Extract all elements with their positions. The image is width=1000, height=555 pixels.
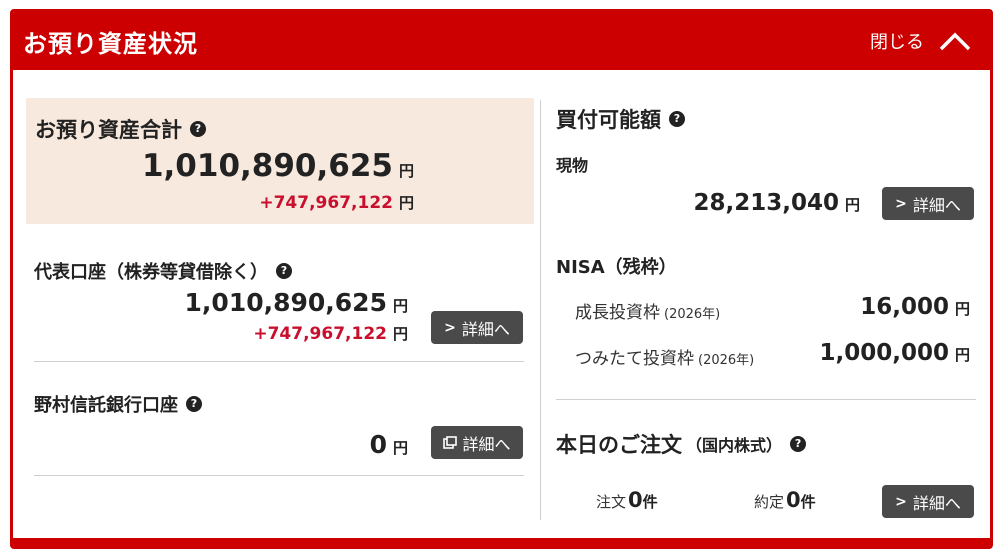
yen-unit: 円 xyxy=(392,325,408,343)
executed-count-item: 約定0件 xyxy=(754,488,816,512)
close-button[interactable]: 閉じる xyxy=(870,24,972,58)
representative-diff-row: +747,967,122 円 xyxy=(253,323,408,344)
detail-label: 詳細へ xyxy=(462,434,511,454)
representative-account-title: 代表口座（株券等貸借除く） ? xyxy=(34,258,292,284)
panel-title: お預り資産状況 xyxy=(23,30,198,58)
growth-quota-label: 成長投資枠 (2026年) xyxy=(575,298,720,323)
representative-account-title-text: 代表口座（株券等貸借除く） xyxy=(34,262,268,283)
growth-quota-amount-row: 16,000 円 xyxy=(860,294,970,320)
chevron-right-icon: > xyxy=(444,319,456,336)
cash-amount: 28,213,040 xyxy=(693,190,839,216)
panel-bottom-bar xyxy=(13,538,990,546)
trust-bank-title-text: 野村信託銀行口座 xyxy=(34,395,178,416)
growth-quota-label-text: 成長投資枠 xyxy=(575,303,660,323)
order-count: 0 xyxy=(628,488,643,512)
yen-unit: 円 xyxy=(392,439,408,457)
orders-subtitle: （国内株式） xyxy=(686,436,783,455)
orders-detail-button[interactable]: > 詳細へ xyxy=(882,485,974,518)
total-assets-box: お預り資産合計 ? 1,010,890,625 円 +747,967,122 円 xyxy=(26,98,534,224)
growth-quota-amount: 16,000 xyxy=(860,294,949,320)
representative-amount-row: 1,010,890,625 円 xyxy=(185,288,408,317)
trust-bank-amount: 0 xyxy=(369,430,387,459)
orders-title: 本日のご注文 （国内株式） ? xyxy=(556,429,807,459)
buying-power-title-text: 買付可能額 xyxy=(556,108,661,132)
yen-unit: 円 xyxy=(398,162,414,180)
external-window-icon xyxy=(443,435,458,449)
order-count-item: 注文0件 xyxy=(596,488,658,512)
help-icon[interactable]: ? xyxy=(276,263,292,279)
total-diff: +747,967,122 xyxy=(259,193,393,213)
section-divider xyxy=(556,399,976,400)
trust-bank-title: 野村信託銀行口座 ? xyxy=(34,391,202,417)
count-unit: 件 xyxy=(800,493,816,511)
help-icon[interactable]: ? xyxy=(790,436,807,452)
section-divider xyxy=(34,475,524,476)
section-divider xyxy=(34,361,524,362)
chevron-up-icon xyxy=(939,32,971,51)
total-diff-row: +747,967,122 円 xyxy=(259,192,414,213)
yen-unit: 円 xyxy=(398,194,414,212)
column-divider xyxy=(540,100,541,520)
count-unit: 件 xyxy=(642,493,658,511)
representative-detail-button[interactable]: > 詳細へ xyxy=(431,311,523,344)
detail-label: 詳細へ xyxy=(912,195,961,215)
representative-amount: 1,010,890,625 xyxy=(184,288,387,317)
representative-diff: +747,967,122 xyxy=(253,324,387,344)
tsumitate-quota-year: (2026年) xyxy=(698,353,755,368)
asset-status-panel: お預り資産状況 閉じる お預り資産合計 ? 1,010,890,625 円 +74… xyxy=(10,9,993,549)
help-icon[interactable]: ? xyxy=(669,111,685,127)
executed-count: 0 xyxy=(786,488,801,512)
total-amount-row: 1,010,890,625 円 xyxy=(142,148,414,184)
yen-unit: 円 xyxy=(954,300,970,318)
total-amount: 1,010,890,625 xyxy=(141,148,393,184)
executed-label: 約定 xyxy=(754,493,785,511)
tsumitate-quota-amount-row: 1,000,000 円 xyxy=(819,340,970,366)
buying-power-detail-button[interactable]: > 詳細へ xyxy=(882,187,974,220)
cash-amount-row: 28,213,040 円 xyxy=(693,190,860,216)
total-assets-title: お預り資産合計 ? xyxy=(35,114,206,144)
buying-power-title: 買付可能額 ? xyxy=(556,104,685,134)
cash-label: 現物 xyxy=(556,156,589,175)
nisa-title: NISA（残枠） xyxy=(556,257,677,278)
yen-unit: 円 xyxy=(954,346,970,364)
order-label: 注文 xyxy=(596,493,627,511)
help-icon[interactable]: ? xyxy=(186,396,202,412)
chevron-right-icon: > xyxy=(895,195,907,212)
yen-unit: 円 xyxy=(392,297,408,315)
yen-unit: 円 xyxy=(844,196,860,214)
tsumitate-quota-label-text: つみたて投資枠 xyxy=(575,349,694,369)
detail-label: 詳細へ xyxy=(912,493,961,513)
panel-header: お預り資産状況 閉じる xyxy=(13,12,990,70)
help-icon[interactable]: ? xyxy=(190,121,206,137)
close-label: 閉じる xyxy=(870,32,924,53)
total-assets-title-text: お預り資産合計 xyxy=(35,118,182,142)
growth-quota-year: (2026年) xyxy=(664,307,721,322)
detail-label: 詳細へ xyxy=(461,319,510,339)
trust-bank-amount-row: 0円 xyxy=(370,430,408,459)
chevron-right-icon: > xyxy=(895,493,907,510)
trust-bank-detail-button[interactable]: 詳細へ xyxy=(431,426,523,459)
tsumitate-quota-label: つみたて投資枠 (2026年) xyxy=(575,344,754,369)
orders-title-text: 本日のご注文 xyxy=(556,433,682,457)
tsumitate-quota-amount: 1,000,000 xyxy=(819,340,949,366)
